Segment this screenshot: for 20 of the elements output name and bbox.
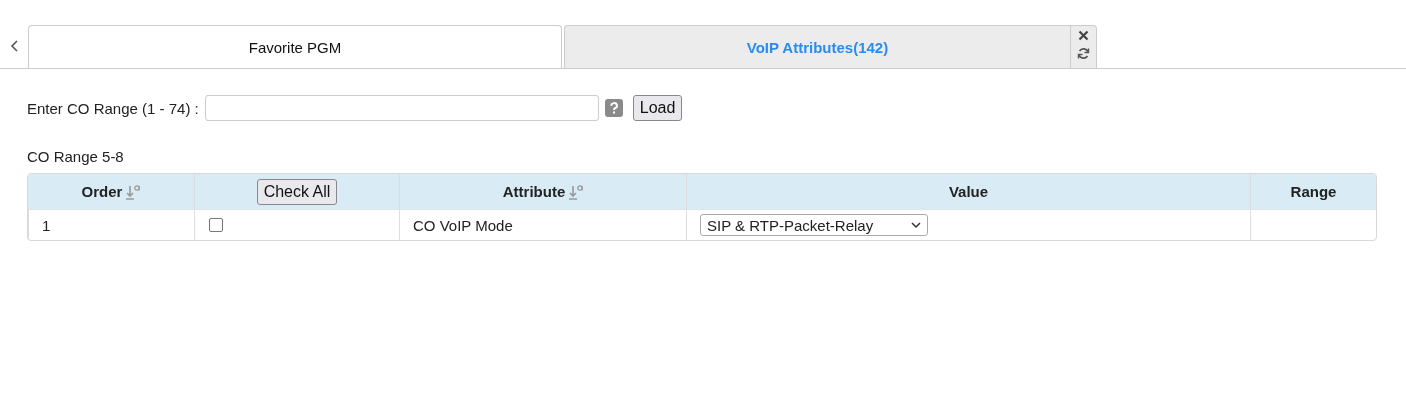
close-icon[interactable] (1078, 30, 1089, 41)
check-all-button[interactable]: Check All (256, 178, 338, 205)
field-label: Enter CO Range (1 - 74) : (27, 99, 199, 117)
column-header[interactable]: Attribute (502, 183, 566, 200)
row-checkbox[interactable] (209, 218, 223, 232)
range-input-field[interactable] (204, 95, 599, 121)
column-header: Value (948, 183, 989, 200)
sort-icon[interactable] (569, 183, 584, 200)
table-cell: 1 (42, 216, 51, 234)
value-dropdown[interactable]: SIP & RTP-Packet-Relay (700, 214, 928, 236)
refresh-icon[interactable] (1077, 47, 1090, 60)
tab[interactable]: Favorite PGM (28, 25, 562, 68)
column-header[interactable]: Order (81, 183, 123, 200)
help-icon[interactable] (604, 99, 623, 117)
section-title: CO Range 5-8 (26, 147, 125, 165)
column-header: Range (1290, 183, 1337, 200)
caret-icon[interactable] (911, 221, 921, 229)
load-button[interactable]: Load (632, 95, 683, 121)
sort-icon[interactable] (126, 183, 141, 200)
table-cell: CO VoIP Mode (413, 216, 513, 234)
